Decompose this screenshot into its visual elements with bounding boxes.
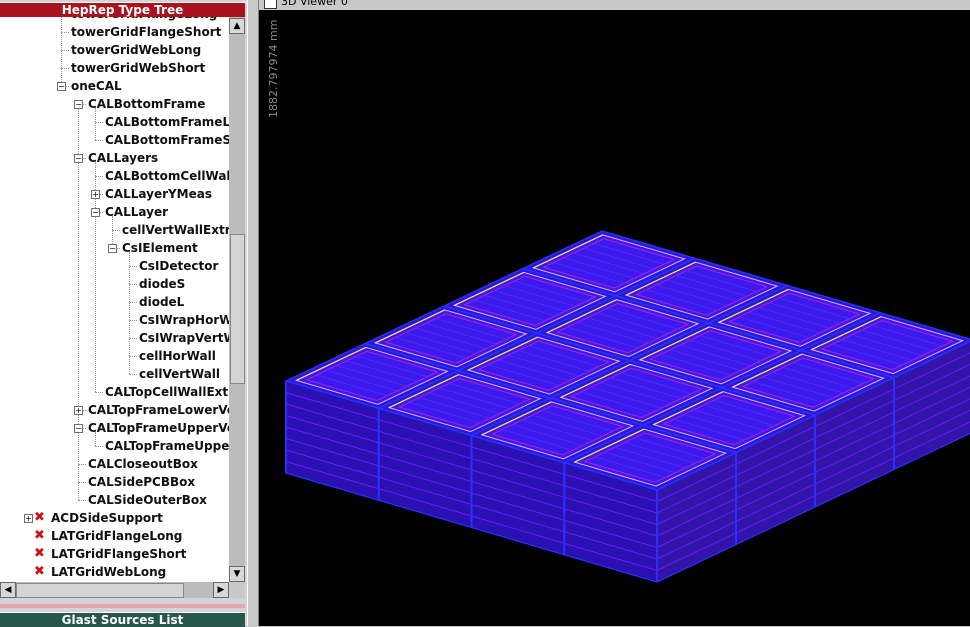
tree-guide-line xyxy=(129,266,137,267)
tree-guide-line xyxy=(61,50,69,51)
scroll-left-button[interactable]: ◀ xyxy=(0,582,16,598)
tree-node-label[interactable]: diodeS xyxy=(139,275,185,293)
tree-node-label[interactable]: CALCloseoutBox xyxy=(88,455,198,473)
tree-node-label[interactable]: CALLayers xyxy=(88,149,158,167)
3d-viewer[interactable]: 3D Viewer 0 1882.797974 mm xyxy=(259,0,970,626)
tree-node-label[interactable]: CALSideOuterBox xyxy=(88,491,207,509)
tree-node-label[interactable]: LATGridFlangeLong xyxy=(51,527,182,545)
tree-node-label[interactable]: CALSidePCBBox xyxy=(88,473,195,491)
tree-horizontal-scrollbar[interactable]: ◀ ▶ xyxy=(0,582,229,598)
collapse-icon[interactable]: − xyxy=(74,100,83,109)
tree-guide-line xyxy=(129,284,137,285)
tree-guide-line xyxy=(95,122,103,123)
tree-guide-line xyxy=(95,392,103,393)
tree-node-label[interactable]: CsIDetector xyxy=(139,257,218,275)
hidden-x-icon[interactable]: ✖ xyxy=(34,565,45,579)
tree-node-label[interactable]: CALTopCellWallExtra xyxy=(105,383,229,401)
hidden-x-icon[interactable]: ✖ xyxy=(34,547,45,561)
tree-node-label[interactable]: CALTopFrameLowerVol xyxy=(88,401,229,419)
expand-icon[interactable]: + xyxy=(24,514,33,523)
tree-node-label[interactable]: LATGridWebLong xyxy=(51,563,166,581)
tree-node-label[interactable]: CsIWrapHorWall xyxy=(139,311,229,329)
detector-rendering xyxy=(283,230,970,583)
scrollbar-corner xyxy=(229,582,245,598)
tree-guide-line xyxy=(61,68,69,69)
tree-node-label[interactable]: CALBottomFrame xyxy=(88,95,205,113)
tree-guide-line xyxy=(129,356,137,357)
expand-icon[interactable]: + xyxy=(74,406,83,415)
tree-node-label[interactable]: cellVertWall xyxy=(139,365,220,383)
tree-node-label[interactable]: CALTopFrameUpperVol xyxy=(88,419,229,437)
collapse-icon[interactable]: − xyxy=(74,154,83,163)
tree-node-label[interactable]: CALBottomFrameLong xyxy=(105,113,229,131)
tree-guide-line xyxy=(95,140,103,141)
tree-node-label[interactable]: CALBottomFrameShort xyxy=(105,131,229,149)
viewer-select-checkbox[interactable] xyxy=(264,0,277,9)
vertical-scroll-thumb[interactable] xyxy=(230,234,245,384)
panel-divider[interactable] xyxy=(0,604,245,608)
tree-guide-line xyxy=(129,338,137,339)
tree-guide-line xyxy=(78,500,86,501)
tree-node-label[interactable]: towerGridWebLong xyxy=(71,41,201,59)
type-tree[interactable]: towerGridFlangeLongtowerGridFlangeShortt… xyxy=(0,17,229,582)
viewer-header: 3D Viewer 0 xyxy=(259,0,970,10)
tree-guide-line xyxy=(129,320,137,321)
scroll-down-button[interactable]: ▼ xyxy=(229,566,245,582)
scroll-right-button[interactable]: ▶ xyxy=(213,582,229,598)
scroll-up-button[interactable]: ▲ xyxy=(229,18,245,34)
tree-node-label[interactable]: CALLayer xyxy=(105,203,168,221)
collapse-icon[interactable]: − xyxy=(108,244,117,253)
viewer-title: 3D Viewer 0 xyxy=(281,0,348,8)
tree-guide-line xyxy=(78,464,86,465)
tree-guide-line xyxy=(78,482,86,483)
tree-guide-line xyxy=(95,446,103,447)
tree-guide-line xyxy=(112,230,120,231)
tree-guide-line xyxy=(61,17,62,86)
tree-node-label[interactable]: ACDSideSupport xyxy=(51,509,163,527)
tree-node-label[interactable]: CsIElement xyxy=(122,239,198,257)
tree-node-label[interactable]: CsIWrapVertWall xyxy=(139,329,229,347)
sources-panel-title: Glast Sources List xyxy=(0,612,245,627)
split-pane-divider[interactable] xyxy=(247,0,259,626)
tree-node-label[interactable]: cellHorWall xyxy=(139,347,216,365)
tree-guide-line xyxy=(129,374,137,375)
tree-node-label[interactable]: oneCAL xyxy=(71,77,122,95)
left-panel: HepRep Type Tree towerGridFlangeLongtowe… xyxy=(0,0,247,627)
tree-node-label[interactable]: CALBottomCellWallExtra xyxy=(105,167,229,185)
tree-node-label[interactable]: towerGridFlangeShort xyxy=(71,23,221,41)
hidden-x-icon[interactable]: ✖ xyxy=(34,511,45,525)
tree-guide-line xyxy=(129,302,137,303)
tree-node-label[interactable]: LATGridFlangeShort xyxy=(51,545,186,563)
expand-icon[interactable]: + xyxy=(91,190,100,199)
tree-guide-line xyxy=(78,108,79,500)
tree-node-label[interactable]: CALTopFrameUpperC xyxy=(105,437,229,455)
tree-vertical-scrollbar[interactable]: ▲ ▼ xyxy=(229,17,245,582)
tree-guide-line xyxy=(95,176,103,177)
tree-node-label[interactable]: CALLayerYMeas xyxy=(105,185,212,203)
tree-node-label[interactable]: diodeL xyxy=(139,293,184,311)
tree-node-label[interactable]: towerGridWebShort xyxy=(71,59,205,77)
tree-guide-line xyxy=(61,32,69,33)
scale-label: 1882.797974 mm xyxy=(267,19,280,118)
collapse-icon[interactable]: − xyxy=(57,82,66,91)
hidden-x-icon[interactable]: ✖ xyxy=(34,529,45,543)
collapse-icon[interactable]: − xyxy=(91,208,100,217)
tree-node-label[interactable]: cellVertWallExtra xyxy=(122,221,229,239)
horizontal-scroll-thumb[interactable] xyxy=(16,583,184,598)
collapse-icon[interactable]: − xyxy=(74,424,83,433)
tree-panel-title: HepRep Type Tree xyxy=(0,2,245,18)
